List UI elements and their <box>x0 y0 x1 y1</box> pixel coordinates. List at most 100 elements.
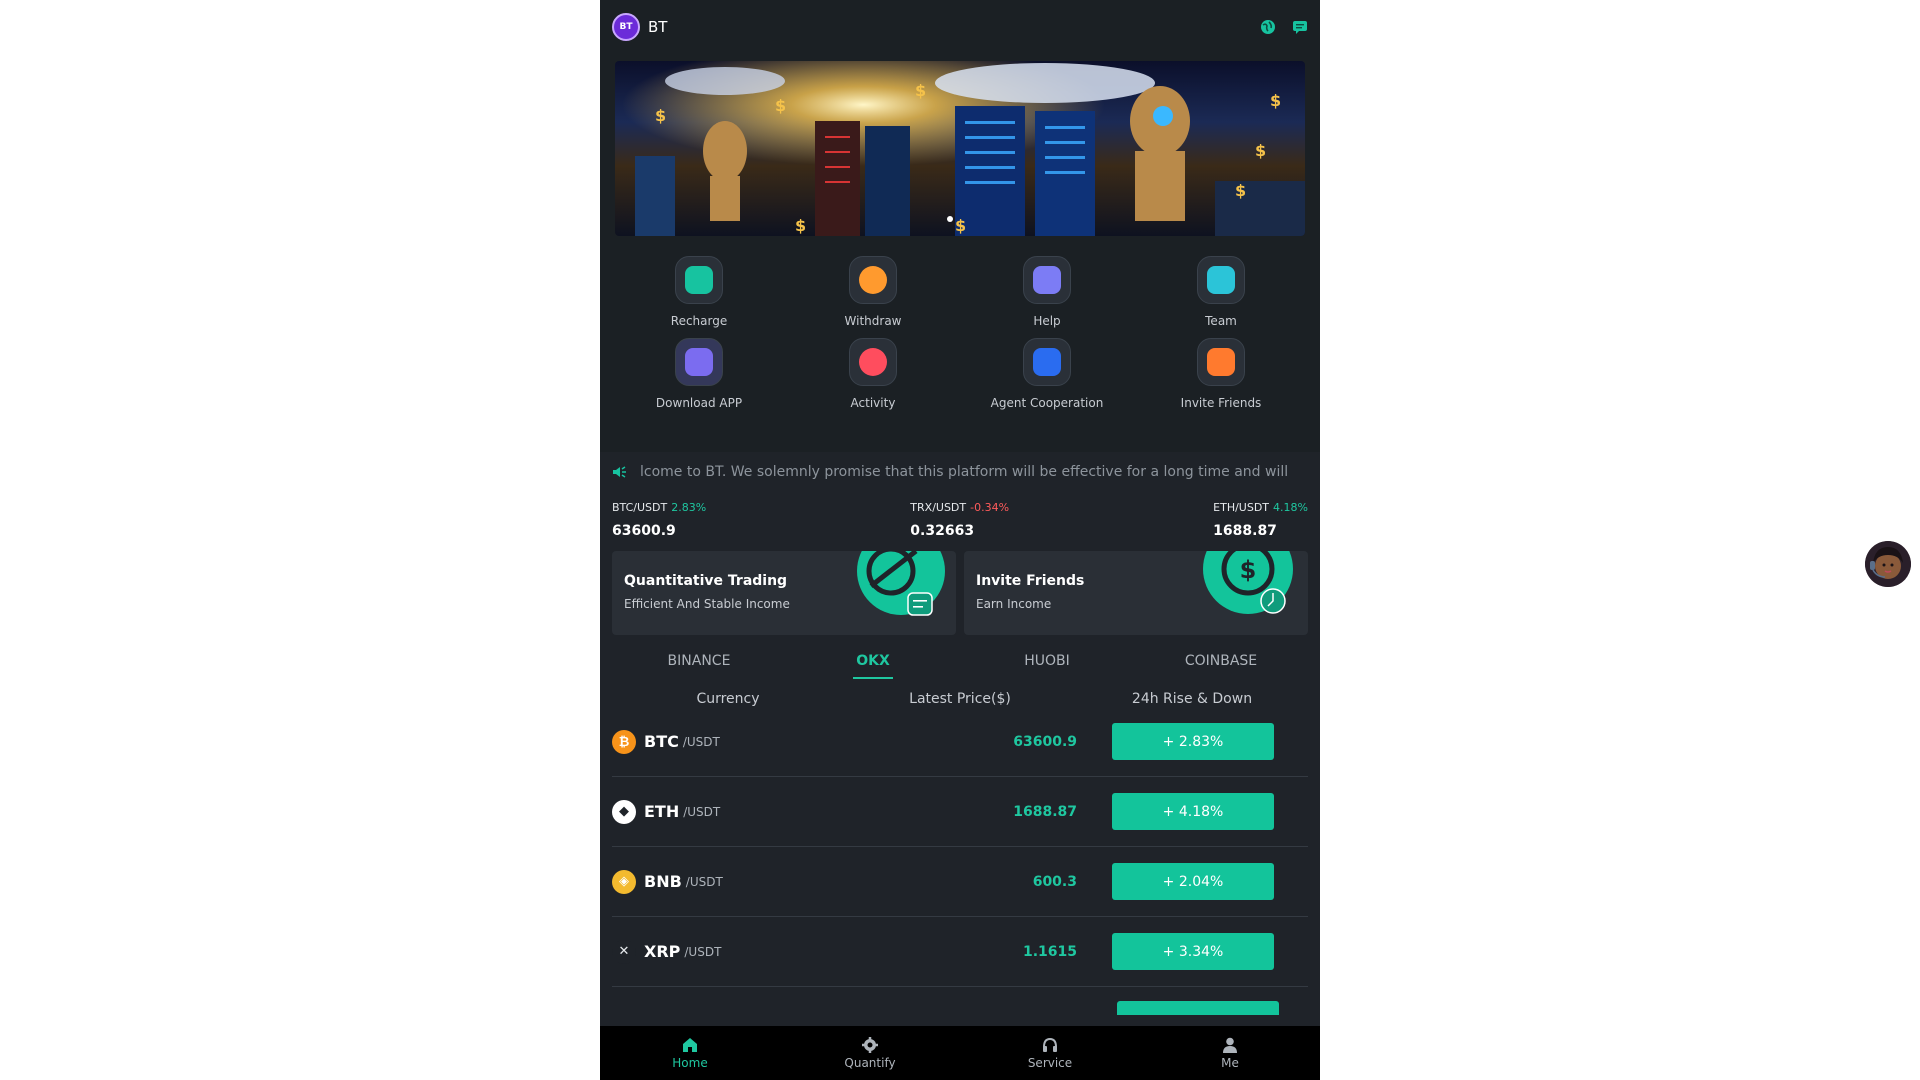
nav-service[interactable]: Service <box>960 1026 1140 1080</box>
brand-logo: BT <box>612 13 640 41</box>
coin-price: 1.1615 <box>1022 943 1077 960</box>
ticker-price: 1688.87 <box>1213 523 1277 539</box>
quick-invite-friends[interactable]: Invite Friends <box>1134 338 1308 410</box>
bitcoin-icon: ₿ <box>612 729 636 754</box>
nav-me[interactable]: Me <box>1140 1026 1320 1080</box>
coin-cell: ✕ XRP /USDT <box>612 939 832 964</box>
invite-friends-card[interactable]: Invite Friends Earn Income $ <box>964 551 1308 635</box>
promo-cards: Quantitative Trading Efficient And Stabl… <box>600 539 1320 635</box>
top-section: BT BT $ $ $ $ $ $ $ $ Recharge Withdraw … <box>600 0 1320 452</box>
quick-actions-grid: Recharge Withdraw Help Team Download APP… <box>600 236 1320 410</box>
table-row[interactable]: ₿ BTC /USDT 63600.9 + 2.83% <box>612 707 1308 777</box>
table-row[interactable]: ✕ XRP /USDT 1.1615 + 3.34% <box>612 917 1308 987</box>
flame-icon <box>849 338 897 386</box>
coin-quote: /USDT <box>683 804 721 819</box>
quick-activity[interactable]: Activity <box>786 338 960 410</box>
quick-label: Help <box>1033 314 1061 328</box>
coin-cell: ◈ BNB /USDT <box>612 869 832 894</box>
change-badge[interactable]: + 3.34% <box>1112 933 1274 970</box>
change-badge-partial[interactable] <box>1117 1001 1279 1015</box>
svg-text:$: $ <box>775 96 786 115</box>
hero-banner[interactable]: $ $ $ $ $ $ $ $ <box>615 61 1305 236</box>
ticker-change: -0.34% <box>970 501 1010 514</box>
ticker-pair: ETH/USDT <box>1213 501 1270 514</box>
headset-icon <box>1043 1037 1057 1052</box>
bnb-icon: ◈ <box>612 869 636 894</box>
gear-icon <box>862 1037 878 1053</box>
nav-label: Quantify <box>844 1056 896 1070</box>
chat-icon[interactable] <box>1292 19 1308 35</box>
quick-download-app[interactable]: Download APP <box>612 338 786 410</box>
customer-support-avatar[interactable] <box>1865 541 1911 587</box>
ticker-trx[interactable]: TRX/USDT -0.34% 0.32663 <box>910 496 1009 539</box>
svg-text:$: $ <box>655 106 666 125</box>
coin-symbol: XRP <box>644 942 681 961</box>
quick-label: Team <box>1205 314 1237 328</box>
xrp-icon: ✕ <box>612 939 636 964</box>
ticker-pair: TRX/USDT <box>910 501 967 514</box>
svg-text:$: $ <box>795 216 806 235</box>
coin-symbol: BNB <box>644 872 682 891</box>
market-table-header: Currency Latest Price($) 24h Rise & Down <box>600 679 1320 707</box>
coin-quote: /USDT <box>685 874 723 889</box>
brand-name: BT <box>648 18 668 36</box>
tab-binance[interactable]: BINANCE <box>612 653 786 679</box>
quick-label: Download APP <box>655 396 743 410</box>
globe-icon[interactable] <box>1260 19 1276 35</box>
coin-price: 1688.87 <box>1013 803 1077 820</box>
ticker-btc[interactable]: BTC/USDT 2.83% 63600.9 <box>612 496 706 539</box>
column-header: 24h Rise & Down <box>1131 691 1253 707</box>
quantitative-trading-card[interactable]: Quantitative Trading Efficient And Stabl… <box>612 551 956 635</box>
nav-quantify[interactable]: Quantify <box>780 1026 960 1080</box>
coin-quote: /USDT <box>682 734 720 749</box>
column-header: Currency <box>696 691 760 707</box>
coin-cell: ◆ ETH /USDT <box>612 799 832 824</box>
bottom-nav: Home Quantify Service Me <box>600 1026 1320 1080</box>
home-icon <box>683 1038 697 1052</box>
coin-price: 63600.9 <box>1013 733 1077 750</box>
table-row[interactable]: ◈ BNB /USDT 600.3 + 2.04% <box>612 847 1308 917</box>
change-badge[interactable]: + 4.18% <box>1112 793 1274 830</box>
quick-label: Recharge <box>670 314 728 328</box>
ticker-price: 0.32663 <box>910 523 975 539</box>
quick-recharge[interactable]: Recharge <box>612 256 786 328</box>
nav-label: Home <box>672 1056 708 1070</box>
tab-huobi[interactable]: HUOBI <box>960 653 1134 679</box>
ethereum-icon: ◆ <box>612 799 636 824</box>
quick-team[interactable]: Team <box>1134 256 1308 328</box>
quick-agent-cooperation[interactable]: Agent Cooperation <box>960 338 1134 410</box>
envelope-icon <box>1197 338 1245 386</box>
change-badge[interactable]: + 2.83% <box>1112 723 1274 760</box>
header-icons <box>1260 19 1308 35</box>
nav-label: Service <box>1027 1056 1073 1070</box>
nav-home[interactable]: Home <box>600 1026 780 1080</box>
ticker-pair: BTC/USDT <box>612 501 668 514</box>
quick-help[interactable]: Help <box>960 256 1134 328</box>
book-icon <box>1023 256 1071 304</box>
svg-text:$: $ <box>955 216 966 235</box>
agent-icon <box>1023 338 1071 386</box>
coin-cell: ₿ BTC /USDT <box>612 729 832 754</box>
ticker-strip: BTC/USDT 2.83% 63600.9 TRX/USDT -0.34% 0.3… <box>600 492 1320 539</box>
quick-label: Activity <box>850 396 896 410</box>
quick-label: Invite Friends <box>1180 396 1262 410</box>
change-badge[interactable]: + 2.04% <box>1112 863 1274 900</box>
nav-label: Me <box>1221 1056 1239 1070</box>
quick-label: Agent Cooperation <box>990 396 1104 410</box>
mobile-app-frame: BT BT $ $ $ $ $ $ $ $ Recharge Withdraw … <box>600 0 1320 1080</box>
tab-coinbase[interactable]: COINBASE <box>1134 653 1308 679</box>
quick-withdraw[interactable]: Withdraw <box>786 256 960 328</box>
banner-illustration: $ $ $ $ $ $ $ $ <box>615 61 1305 236</box>
notice-text: lcome to BT. We solemnly promise that th… <box>640 464 1290 480</box>
svg-text:$: $ <box>1270 91 1281 110</box>
svg-text:$: $ <box>1240 556 1257 584</box>
dollar-coin-icon: $ <box>1203 551 1293 614</box>
coin-price: 600.3 <box>1032 873 1077 890</box>
table-row[interactable]: ◆ ETH /USDT 1688.87 + 4.18% <box>612 777 1308 847</box>
tab-okx[interactable]: OKX <box>786 653 960 679</box>
svg-text:$: $ <box>1255 141 1266 160</box>
quick-label: Withdraw <box>844 314 902 328</box>
exchange-tabs: BINANCE OKX HUOBI COINBASE <box>600 635 1320 679</box>
ticker-eth[interactable]: ETH/USDT 4.18% 1688.87 <box>1213 496 1308 539</box>
notice-bar: lcome to BT. We solemnly promise that th… <box>600 452 1320 492</box>
